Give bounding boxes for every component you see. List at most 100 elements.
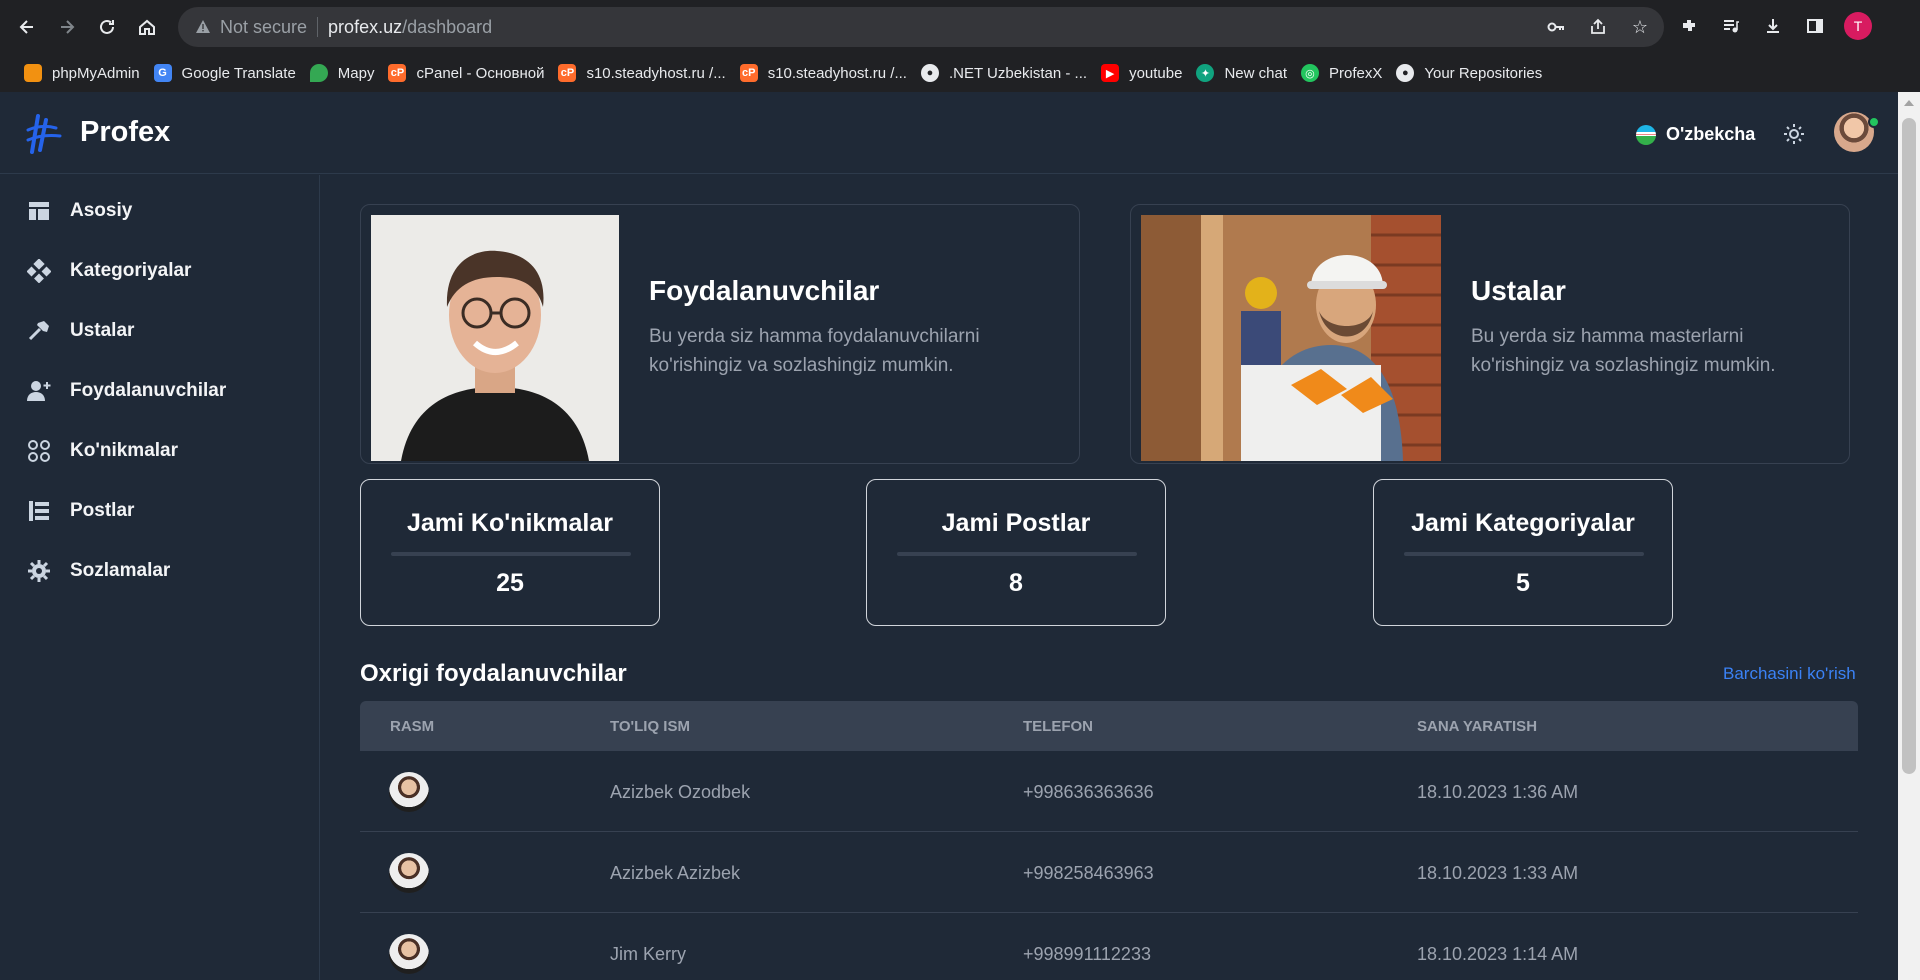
- sidebar-item-kategoriyalar[interactable]: Kategoriyalar: [26, 251, 306, 291]
- column-header-full-name[interactable]: To'liq ism: [610, 718, 690, 735]
- app-header: Profex O'zbekcha: [0, 92, 1898, 174]
- sidebar-item-konikmalar[interactable]: Ko'nikmalar: [26, 431, 306, 471]
- sidebar-item-postlar[interactable]: Postlar: [26, 491, 306, 531]
- sidebar-item-foydalanuvchilar[interactable]: Foydalanuvchilar: [26, 371, 306, 411]
- stat-skills-value: 25: [496, 569, 524, 597]
- media-icon[interactable]: [1718, 12, 1744, 40]
- side-panel-icon[interactable]: [1802, 12, 1828, 40]
- sidebar-item-asosiy[interactable]: Asosiy: [26, 191, 306, 231]
- scroll-thumb[interactable]: [1902, 118, 1916, 774]
- list-icon: [26, 498, 52, 524]
- bookmark-item[interactable]: ● .NET Uzbekistan - ...: [915, 58, 1095, 88]
- bookmark-item[interactable]: ◎ ProfexX: [1295, 58, 1390, 88]
- divider: [1404, 552, 1644, 556]
- bookmark-item[interactable]: ▶ youtube: [1095, 58, 1190, 88]
- theme-toggle-sun-icon[interactable]: [1782, 122, 1806, 146]
- bookmark-item[interactable]: Mapy: [304, 58, 383, 88]
- brand-name[interactable]: Profex: [80, 116, 170, 149]
- profex-logo-icon[interactable]: [26, 114, 62, 154]
- warning-icon[interactable]: [192, 16, 214, 38]
- bookmark-item[interactable]: cP s10.steadyhost.ru /...: [552, 58, 733, 88]
- divider: [317, 17, 319, 37]
- user-portrait-image: [371, 215, 619, 461]
- user-full-name: Azizbek Ozodbek: [610, 782, 751, 802]
- users-card-description: Bu yerda siz hamma foydalanuvchilarni ko…: [649, 326, 980, 376]
- sidebar-item-label: Ustalar: [70, 320, 135, 341]
- table-header: Rasm To'liq ism Telefon Sana yaratish: [360, 701, 1858, 751]
- stat-posts-card[interactable]: Jami Postlar 8: [866, 479, 1166, 626]
- masters-card-title: Ustalar: [1471, 275, 1566, 306]
- reload-icon[interactable]: [92, 12, 122, 42]
- users-card-title: Foydalanuvchilar: [649, 275, 880, 306]
- user-created-date: 18.10.2023 1:33 AM: [1417, 863, 1579, 883]
- column-header-photo[interactable]: Rasm: [390, 718, 434, 735]
- recent-users-title: Oxrigi foydalanuvchilar: [360, 660, 627, 687]
- profexx-icon: ◎: [1300, 64, 1319, 82]
- table-row[interactable]: Azizbek Azizbek +998258463963 18.10.2023…: [360, 832, 1858, 913]
- sidebar-item-ustalar[interactable]: Ustalar: [26, 311, 306, 351]
- github-icon: ●: [1396, 64, 1415, 82]
- divider: [391, 552, 631, 556]
- sidebar-item-label: Asosiy: [70, 200, 133, 221]
- user-full-name: Azizbek Azizbek: [610, 863, 741, 883]
- language-selector[interactable]: O'zbekcha: [1636, 124, 1755, 145]
- stat-posts-title: Jami Postlar: [941, 509, 1091, 537]
- sidebar-item-label: Foydalanuvchilar: [70, 380, 227, 401]
- user-full-name: Jim Kerry: [610, 944, 686, 964]
- user-avatar: [389, 853, 429, 893]
- page-scrollbar[interactable]: [1898, 92, 1920, 980]
- hammer-icon: [26, 318, 52, 344]
- browser-toolbar: Not secure profex.uz /dashboard ☆ T: [0, 0, 1920, 54]
- security-label: Not secure: [220, 16, 308, 37]
- scroll-up-arrow-icon[interactable]: [1904, 100, 1914, 106]
- sidebar: Asosiy Kategoriyalar Ustalar Foydalanuvc…: [0, 175, 320, 980]
- dashboard-app: Profex O'zbekcha Asosiy Kategoriyalar Us…: [0, 92, 1898, 980]
- bookmark-item[interactable]: phpMyAdmin: [18, 58, 148, 88]
- master-worker-image: [1141, 215, 1441, 461]
- bookmark-item[interactable]: ✦ New chat: [1190, 58, 1295, 88]
- bookmark-item[interactable]: G Google Translate: [148, 58, 304, 88]
- table-row[interactable]: Jim Kerry +998991112233 18.10.2023 1:14 …: [360, 913, 1858, 980]
- cpanel-icon: cP: [739, 64, 758, 82]
- masters-card[interactable]: Ustalar Bu yerda siz hamma masterlarni k…: [1130, 204, 1850, 464]
- stat-categories-card[interactable]: Jami Kategoriyalar 5: [1373, 479, 1673, 626]
- user-created-date: 18.10.2023 1:14 AM: [1417, 944, 1579, 964]
- user-avatar: [389, 934, 429, 974]
- stat-skills-card[interactable]: Jami Ko'nikmalar 25: [360, 479, 660, 626]
- maps-pin-icon: [309, 64, 328, 82]
- home-icon[interactable]: [132, 12, 162, 42]
- online-status-dot: [1868, 116, 1880, 128]
- column-header-created[interactable]: Sana yaratish: [1417, 718, 1537, 735]
- download-icon[interactable]: [1760, 12, 1786, 40]
- column-header-phone[interactable]: Telefon: [1023, 718, 1093, 735]
- bookmark-item[interactable]: ● Your Repositories: [1390, 58, 1550, 88]
- stat-categories-value: 5: [1516, 569, 1530, 597]
- language-label: O'zbekcha: [1666, 124, 1756, 144]
- table-row[interactable]: Azizbek Ozodbek +998636363636 18.10.2023…: [360, 751, 1858, 832]
- stat-posts-value: 8: [1009, 569, 1023, 597]
- back-icon[interactable]: [12, 12, 42, 42]
- star-icon[interactable]: ☆: [1628, 15, 1652, 39]
- bookmark-item[interactable]: cP s10.steadyhost.ru /...: [734, 58, 915, 88]
- user-avatar: [389, 772, 429, 812]
- address-bar[interactable]: Not secure profex.uz /dashboard ☆: [178, 7, 1664, 47]
- sidebar-item-label: Kategoriyalar: [70, 260, 192, 281]
- key-icon[interactable]: [1544, 15, 1568, 39]
- sidebar-item-sozlamalar[interactable]: Sozlamalar: [26, 551, 306, 591]
- puzzle-icon[interactable]: [1676, 12, 1702, 40]
- layout-icon: [26, 198, 52, 224]
- dotnet-uz-icon: ●: [920, 64, 939, 82]
- categories-icon: [26, 258, 52, 284]
- uzbekistan-flag-icon: [1636, 124, 1656, 145]
- bookmark-item[interactable]: cP cPanel - Основной: [382, 58, 552, 88]
- recent-users-table: Rasm To'liq ism Telefon Sana yaratish Az…: [360, 701, 1858, 980]
- share-icon[interactable]: [1586, 15, 1610, 39]
- users-card[interactable]: Foydalanuvchilar Bu yerda siz hamma foyd…: [360, 204, 1080, 464]
- url-path: /dashboard: [402, 16, 493, 37]
- profile-avatar[interactable]: T: [1844, 12, 1872, 40]
- sidebar-item-label: Sozlamalar: [70, 560, 171, 581]
- see-all-link[interactable]: Barchasini ko'rish: [1723, 664, 1856, 684]
- user-phone: +998258463963: [1023, 863, 1154, 883]
- user-created-date: 18.10.2023 1:36 AM: [1417, 782, 1579, 802]
- forward-icon[interactable]: [52, 12, 82, 42]
